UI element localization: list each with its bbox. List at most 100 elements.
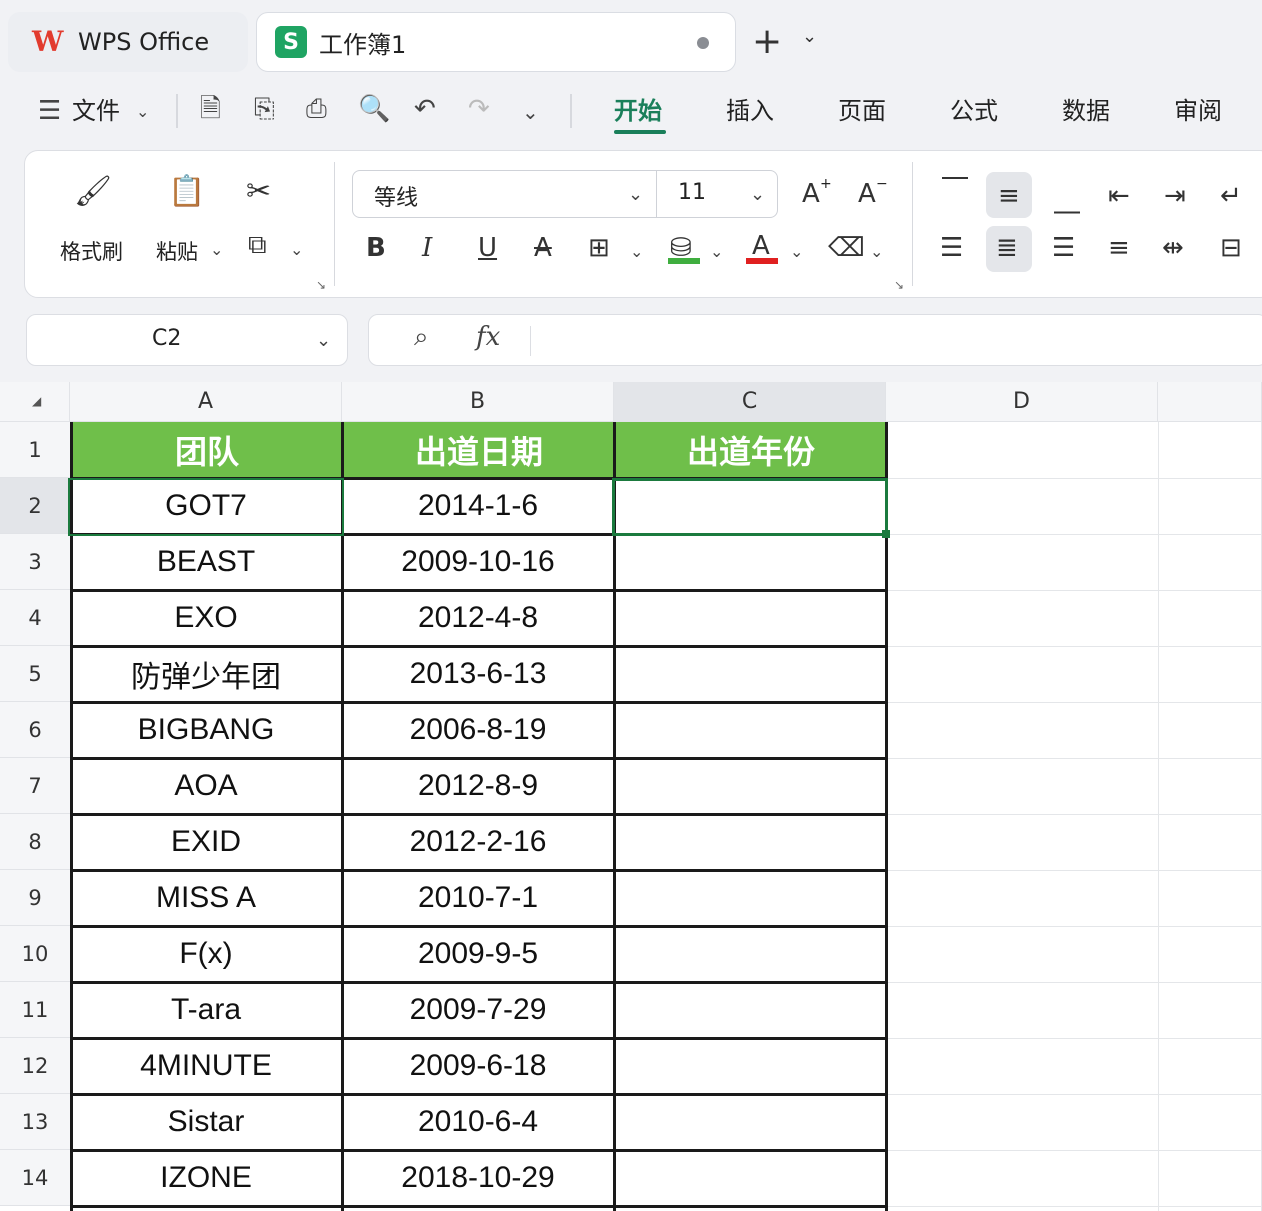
borders-chevron-icon[interactable]: ⌄ [630,242,643,261]
unsaved-dot-icon[interactable] [697,37,709,49]
tab-data[interactable]: 数据 [1062,94,1110,128]
align-bottom-icon[interactable]: ⎽ [1054,180,1080,220]
bold-button[interactable]: B [366,228,386,268]
align-left-icon[interactable]: ☰ [940,228,963,268]
merge-cells-icon[interactable]: ⊟ [1220,228,1242,268]
cell-c6[interactable] [614,702,886,758]
cell-c14[interactable] [614,1150,886,1206]
wrap-text-icon[interactable]: ↵ [1220,176,1242,216]
tab-workbook[interactable]: S 工作簿1 [256,12,736,72]
decrease-indent-icon[interactable]: ⇤ [1108,176,1130,216]
font-name-chevron-icon[interactable]: ⌄ [628,184,643,205]
function-icon[interactable]: fx [476,322,500,352]
format-painter-icon[interactable]: 🖌 [74,174,112,209]
active-cell-selection[interactable] [612,478,888,536]
cell-b2[interactable]: 2014-1-6 [342,478,614,534]
tab-wps-office[interactable]: W WPS Office [8,12,248,72]
cell-a3[interactable]: BEAST [70,534,342,590]
tab-formulas[interactable]: 公式 [950,94,998,128]
header-cell-c[interactable]: 出道年份 [616,422,886,478]
italic-button[interactable]: I [422,228,432,268]
cell-b5[interactable]: 2013-6-13 [342,646,614,702]
cell-b6[interactable]: 2006-8-19 [342,702,614,758]
row-header-9[interactable]: 9 [0,870,70,926]
font-size-chevron-icon[interactable]: ⌄ [750,184,765,205]
save-icon[interactable]: 🗎 [200,94,221,124]
underline-button[interactable]: U [478,228,497,268]
cell-b9[interactable]: 2010-7-1 [342,870,614,926]
cell-b14[interactable]: 2018-10-29 [342,1150,614,1206]
copy-icon[interactable]: ⧉ [248,230,267,261]
cell-a10[interactable]: F(x) [70,926,342,982]
paste-label[interactable]: 粘贴 [156,236,198,266]
column-header-c[interactable]: C [614,382,886,422]
row-header-10[interactable]: 10 [0,926,70,982]
select-all-corner[interactable]: ◢ [0,382,70,422]
name-box[interactable] [26,314,348,366]
borders-icon[interactable]: ⊞ [588,228,610,268]
align-middle-icon[interactable]: ≡ [998,176,1020,216]
format-painter-label[interactable]: 格式刷 [60,236,123,266]
new-tab-button[interactable]: + [752,18,782,66]
row-header-1[interactable]: 1 [0,422,70,478]
clear-format-chevron-icon[interactable]: ⌄ [870,242,883,261]
row-header-8[interactable]: 8 [0,814,70,870]
font-size-value[interactable]: 11 [678,180,706,205]
redo-icon[interactable]: ↷ [468,94,490,124]
cell-b12[interactable]: 2009-6-18 [342,1038,614,1094]
cut-icon[interactable]: ✂ [246,174,271,209]
cell-b3[interactable]: 2009-10-16 [342,534,614,590]
cell-b8[interactable]: 2012-2-16 [342,814,614,870]
increase-font-icon[interactable]: A [802,174,820,214]
column-header-d[interactable]: D [886,382,1158,422]
fill-color-chevron-icon[interactable]: ⌄ [710,242,723,261]
cell-c8[interactable] [614,814,886,870]
justify-icon[interactable]: ≡ [1108,228,1130,268]
column-header-b[interactable]: B [342,382,614,422]
increase-indent-icon[interactable]: ⇥ [1164,176,1186,216]
cell-c4[interactable] [614,590,886,646]
cell-c3[interactable] [614,534,886,590]
cell-b7[interactable]: 2012-8-9 [342,758,614,814]
row-header-11[interactable]: 11 [0,982,70,1038]
cell-a6[interactable]: BIGBANG [70,702,342,758]
align-right-icon[interactable]: ☰ [1052,228,1075,268]
distributed-align-icon[interactable]: ⇹ [1162,228,1184,268]
cell-a14[interactable]: IZONE [70,1150,342,1206]
formula-input[interactable] [368,314,1262,366]
cell-a5[interactable]: 防弹少年团 [70,646,342,702]
cell-a11[interactable]: T-ara [70,982,342,1038]
cell-c9[interactable] [614,870,886,926]
align-center-icon[interactable]: ≣ [996,228,1018,268]
column-header-a[interactable]: A [70,382,342,422]
cell-c7[interactable] [614,758,886,814]
header-cell-b[interactable]: 出道日期 [344,422,614,478]
tab-menu-chevron-icon[interactable]: ⌄ [802,26,817,47]
tab-page[interactable]: 页面 [838,94,886,128]
cell-c10[interactable] [614,926,886,982]
paste-chevron-icon[interactable]: ⌄ [210,240,223,259]
print-icon[interactable]: ⎙ [306,94,327,124]
font-color-chevron-icon[interactable]: ⌄ [790,242,803,261]
row-header-2[interactable]: 2 [0,478,70,534]
zoom-formula-icon[interactable]: ⌕ [414,322,429,353]
paste-icon[interactable]: 📋 [168,174,205,209]
header-cell-a[interactable]: 团队 [72,422,342,478]
copy-chevron-icon[interactable]: ⌄ [290,240,303,259]
tab-insert[interactable]: 插入 [726,94,774,128]
hamburger-icon[interactable]: ☰ [38,96,61,126]
tab-review[interactable]: 审阅 [1174,94,1222,128]
cell-b11[interactable]: 2009-7-29 [342,982,614,1038]
row-header-12[interactable]: 12 [0,1038,70,1094]
cell-a12[interactable]: 4MINUTE [70,1038,342,1094]
cell-c11[interactable] [614,982,886,1038]
undo-icon[interactable]: ↶ [414,94,436,124]
menu-file[interactable]: 文件 [72,94,120,128]
column-header-blank[interactable] [1158,382,1262,422]
align-top-icon[interactable]: ⎺ [942,170,968,210]
file-chevron-icon[interactable]: ⌄ [136,102,149,121]
cell-c13[interactable] [614,1094,886,1150]
font-launcher-icon[interactable]: ↘ [894,278,904,292]
cell-a8[interactable]: EXID [70,814,342,870]
row-header-14[interactable]: 14 [0,1150,70,1206]
